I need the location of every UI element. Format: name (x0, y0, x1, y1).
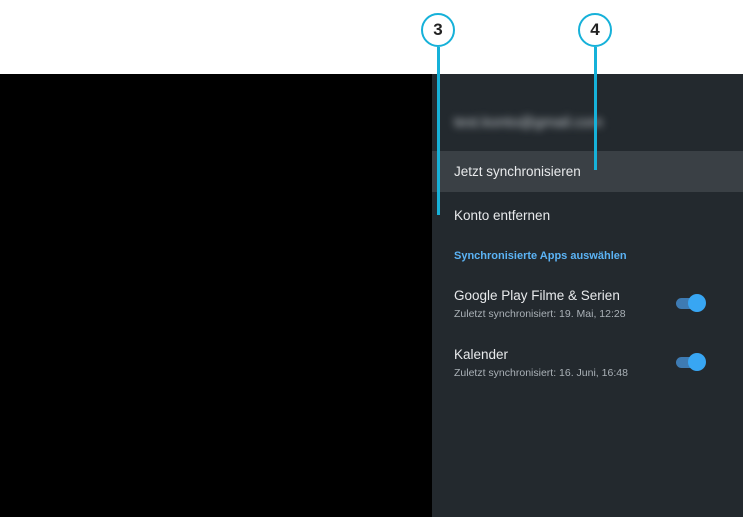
tv-screen: test.konto@gmail.com Jetzt synchronisier… (0, 74, 743, 517)
remove-account-button[interactable]: Konto entfernen (432, 202, 743, 230)
app-last-synced: Zuletzt synchronisiert: 16. Juni, 16:48 (454, 367, 628, 379)
account-email-text: test.konto@gmail.com (454, 114, 603, 131)
app-last-synced: Zuletzt synchronisiert: 19. Mai, 12:28 (454, 308, 626, 320)
app-title: Kalender (454, 347, 509, 362)
sync-now-button[interactable]: Jetzt synchronisieren (432, 151, 743, 192)
app-row-play-movies[interactable]: Google Play Filme & Serien Zuletzt synch… (432, 286, 743, 330)
callout-4-line (594, 47, 597, 170)
callout-4-marker: 4 (578, 13, 612, 47)
app-title: Google Play Filme & Serien (454, 288, 620, 303)
toggle-thumb (688, 294, 706, 312)
callout-3-marker: 3 (421, 13, 455, 47)
callout-3-line (437, 47, 440, 215)
sync-toggle[interactable] (676, 293, 708, 313)
section-header-sync-apps: Synchronisierte Apps auswählen (454, 250, 627, 262)
sync-toggle[interactable] (676, 352, 708, 372)
app-row-calendar[interactable]: Kalender Zuletzt synchronisiert: 16. Jun… (432, 345, 743, 389)
account-email: test.konto@gmail.com (454, 114, 634, 132)
account-sync-panel: test.konto@gmail.com Jetzt synchronisier… (432, 74, 743, 517)
toggle-thumb (688, 353, 706, 371)
